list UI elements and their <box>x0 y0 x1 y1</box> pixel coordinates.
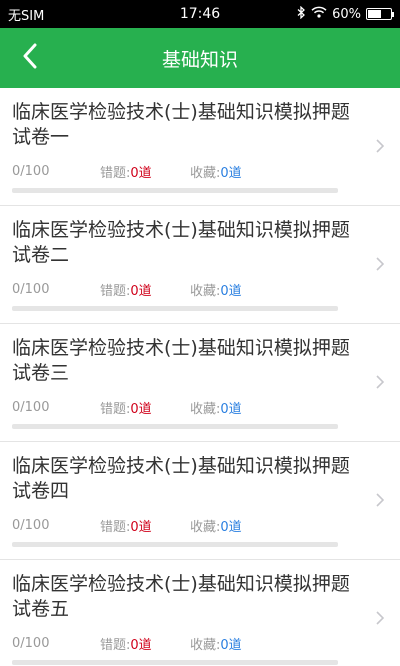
paper-title: 临床医学检验技术(士)基础知识模拟押题试卷五 <box>12 573 350 620</box>
fav-label: 收藏: <box>190 401 221 417</box>
wifi-icon <box>311 6 327 22</box>
wrong-count: 0道 <box>130 165 152 181</box>
fav-stat: 收藏:0道 <box>190 398 242 417</box>
chevron-left-icon <box>22 43 38 73</box>
fav-stat: 收藏:0道 <box>190 516 242 535</box>
battery-percent: 60% <box>332 6 361 22</box>
chevron-right-icon <box>376 492 385 511</box>
list-item[interactable]: 临床医学检验技术(士)基础知识模拟押题试卷一 0/100 错题:0道 收藏:0道 <box>0 88 400 206</box>
paper-list: 临床医学检验技术(士)基础知识模拟押题试卷一 0/100 错题:0道 收藏:0道… <box>0 88 400 666</box>
wrong-label: 错题: <box>100 401 131 417</box>
nav-bar: 基础知识 <box>0 28 400 88</box>
progress-text: 0/100 <box>12 281 50 297</box>
fav-stat: 收藏:0道 <box>190 280 242 299</box>
meta-row: 0/100 错题:0道 收藏:0道 <box>12 634 350 653</box>
paper-title: 临床医学检验技术(士)基础知识模拟押题试卷一 <box>12 101 350 148</box>
fav-stat: 收藏:0道 <box>190 162 242 181</box>
list-item[interactable]: 临床医学检验技术(士)基础知识模拟押题试卷五 0/100 错题:0道 收藏:0道 <box>0 560 400 666</box>
list-item[interactable]: 临床医学检验技术(士)基础知识模拟押题试卷二 0/100 错题:0道 收藏:0道 <box>0 206 400 324</box>
fav-label: 收藏: <box>190 519 221 535</box>
list-item[interactable]: 临床医学检验技术(士)基础知识模拟押题试卷三 0/100 错题:0道 收藏:0道 <box>0 324 400 442</box>
back-button[interactable] <box>0 28 60 88</box>
fav-label: 收藏: <box>190 283 221 299</box>
wrong-label: 错题: <box>100 519 131 535</box>
fav-stat: 收藏:0道 <box>190 634 242 653</box>
fav-count: 0道 <box>220 283 242 299</box>
progress-bar <box>12 188 338 193</box>
fav-count: 0道 <box>220 637 242 653</box>
paper-title: 临床医学检验技术(士)基础知识模拟押题试卷三 <box>12 337 350 384</box>
bluetooth-icon <box>297 5 306 23</box>
wrong-count: 0道 <box>130 637 152 653</box>
progress-bar <box>12 306 338 311</box>
chevron-right-icon <box>376 256 385 275</box>
status-left: 无SIM <box>8 5 44 24</box>
carrier-label: 无SIM <box>8 8 45 24</box>
wrong-count: 0道 <box>130 401 152 417</box>
chevron-right-icon <box>376 138 385 157</box>
progress-text: 0/100 <box>12 399 50 415</box>
meta-row: 0/100 错题:0道 收藏:0道 <box>12 162 350 181</box>
fav-count: 0道 <box>220 519 242 535</box>
fav-label: 收藏: <box>190 165 221 181</box>
wrong-count: 0道 <box>130 519 152 535</box>
fav-count: 0道 <box>220 165 242 181</box>
status-right: 60% <box>297 5 394 23</box>
wrong-count: 0道 <box>130 283 152 299</box>
progress-bar <box>12 424 338 429</box>
battery-fill <box>368 10 382 18</box>
progress-text: 0/100 <box>12 635 50 651</box>
progress-bar <box>12 542 338 547</box>
wrong-stat: 错题:0道 <box>100 398 190 417</box>
meta-row: 0/100 错题:0道 收藏:0道 <box>12 280 350 299</box>
chevron-right-icon <box>376 610 385 629</box>
progress-bar <box>12 660 338 665</box>
wrong-label: 错题: <box>100 165 131 181</box>
battery-icon <box>366 8 394 20</box>
meta-row: 0/100 错题:0道 收藏:0道 <box>12 516 350 535</box>
fav-label: 收藏: <box>190 637 221 653</box>
wrong-stat: 错题:0道 <box>100 634 190 653</box>
fav-count: 0道 <box>220 401 242 417</box>
wrong-label: 错题: <box>100 283 131 299</box>
page-title: 基础知识 <box>161 48 238 71</box>
progress-text: 0/100 <box>12 517 50 533</box>
wrong-label: 错题: <box>100 637 131 653</box>
wrong-stat: 错题:0道 <box>100 162 190 181</box>
list-item[interactable]: 临床医学检验技术(士)基础知识模拟押题试卷四 0/100 错题:0道 收藏:0道 <box>0 442 400 560</box>
wrong-stat: 错题:0道 <box>100 516 190 535</box>
chevron-right-icon <box>376 374 385 393</box>
meta-row: 0/100 错题:0道 收藏:0道 <box>12 398 350 417</box>
paper-title: 临床医学检验技术(士)基础知识模拟押题试卷四 <box>12 455 350 502</box>
progress-text: 0/100 <box>12 163 50 179</box>
wrong-stat: 错题:0道 <box>100 280 190 299</box>
status-bar: 无SIM 17:46 60% <box>0 0 400 28</box>
paper-title: 临床医学检验技术(士)基础知识模拟押题试卷二 <box>12 219 350 266</box>
